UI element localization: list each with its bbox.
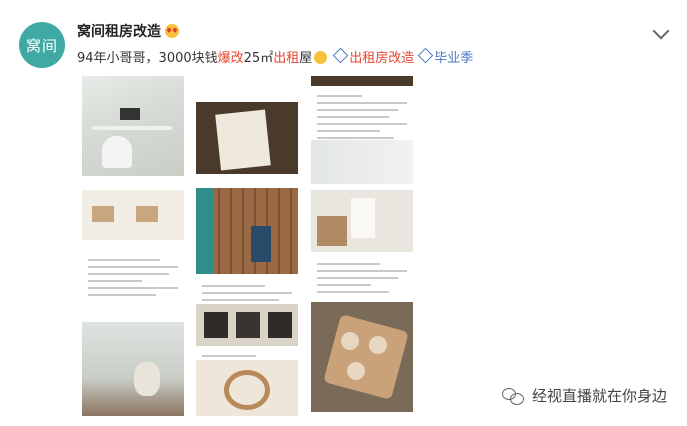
storage-box-shape [136, 206, 158, 222]
post-text-highlight: 出租 [273, 51, 300, 66]
post-image-top[interactable] [311, 76, 413, 86]
caption-lines [202, 280, 292, 306]
post-text-highlight: 爆改 [217, 51, 244, 66]
bowl-shape [224, 370, 270, 410]
legs-shape [251, 226, 271, 262]
pastry-shape [347, 362, 365, 380]
post-image-pastries[interactable] [311, 302, 413, 412]
post-image-wood-floor[interactable] [196, 188, 298, 274]
notebook-shape [215, 109, 271, 171]
basket-shape [317, 216, 347, 246]
post-image-shelf[interactable] [82, 190, 184, 240]
post-image-cat[interactable] [82, 322, 184, 416]
thinking-emoji-icon [314, 51, 328, 64]
post-text-part: 屋 [299, 51, 313, 66]
caption-lines [88, 254, 178, 301]
post-image-room-desk[interactable] [82, 76, 184, 176]
topic-tag-icon [417, 47, 434, 64]
pastry-shape [369, 336, 387, 354]
chair-shape [102, 136, 132, 168]
topic-link[interactable]: 毕业季 [434, 51, 473, 66]
topic-tag-icon [332, 47, 349, 64]
post-text-part: 25㎡ [243, 51, 274, 66]
teal-stripe-shape [196, 188, 214, 274]
frame-shape [268, 312, 292, 338]
heart-eyes-emoji-icon [165, 24, 179, 38]
post-image-notebook[interactable] [196, 102, 298, 174]
post-text: 94年小哥哥，3000块钱爆改25㎡出租屋 出租房改造 毕业季 [77, 47, 473, 66]
desk-shape [92, 126, 172, 130]
pastry-shape [341, 332, 359, 350]
caption-lines [317, 258, 407, 298]
topic-link[interactable]: 出租房改造 [349, 51, 414, 66]
chevron-down-icon[interactable] [652, 22, 670, 40]
cat-shape [134, 362, 160, 396]
post-image-window[interactable] [311, 140, 413, 184]
post-image-bowl[interactable] [196, 360, 298, 416]
account-name-text[interactable]: 窝间租房改造 [77, 24, 161, 40]
caption-lines [317, 90, 407, 144]
storage-box-shape [92, 206, 114, 222]
wechat-icon [501, 387, 524, 405]
frame-shape [204, 312, 228, 338]
card-shape [351, 198, 375, 238]
watermark: 经视直播就在你身边 [501, 385, 667, 406]
post-text-part: 94年小哥哥，3000块钱 [77, 51, 218, 66]
post-image-plant[interactable] [311, 190, 413, 252]
tray-shape [323, 314, 409, 400]
clock-icon [120, 108, 140, 120]
account-name[interactable]: 窝间租房改造 [77, 21, 179, 41]
avatar[interactable]: 窝间 [19, 22, 65, 68]
frame-shape [236, 312, 260, 338]
watermark-text: 经视直播就在你身边 [531, 387, 667, 405]
post-image-wall-frames[interactable] [196, 304, 298, 346]
